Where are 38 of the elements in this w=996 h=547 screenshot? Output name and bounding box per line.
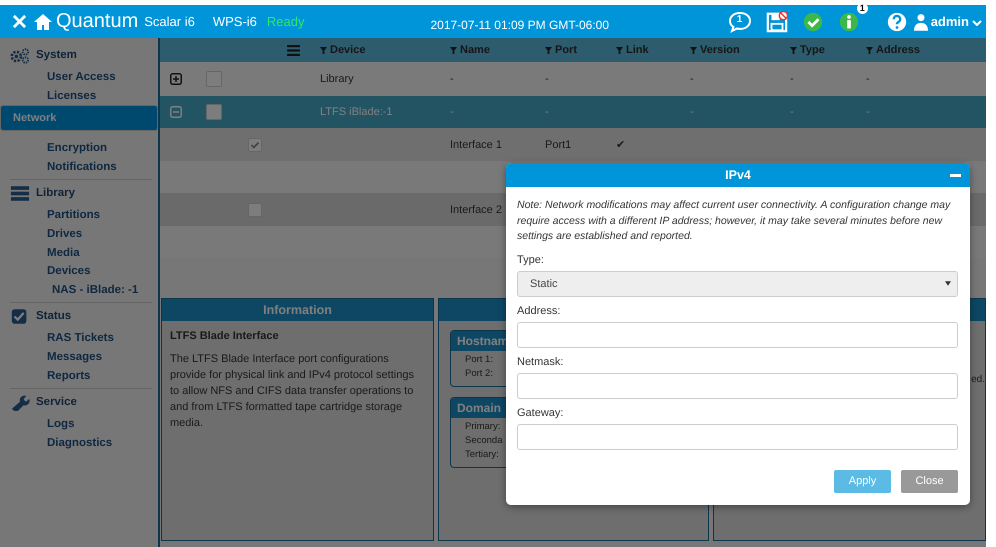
field-label: Type: xyxy=(517,254,545,266)
table-cell: Library xyxy=(320,73,354,85)
product-name: Scalar i6 xyxy=(144,14,195,29)
table-cell: - xyxy=(790,106,794,118)
table-cell: Interface 1 xyxy=(450,138,502,150)
panel-text: ed. xyxy=(971,374,985,385)
table-cell: LTFS iBlade:-1 xyxy=(320,106,393,118)
host-name: WPS-i6 xyxy=(212,14,257,29)
table-cell: ✔ xyxy=(616,139,625,151)
brand-name: Quantum xyxy=(56,10,138,33)
date-time: 2017-07-11 01:09 PM GMT-06:00 xyxy=(430,18,610,32)
panel-header: Information xyxy=(162,299,433,321)
table-cell: Port1 xyxy=(545,138,572,150)
table-cell: - xyxy=(450,73,454,85)
table-cell: - xyxy=(450,106,454,118)
field-label: Address: xyxy=(517,304,562,316)
field-label: Gateway: xyxy=(517,406,564,418)
table-cell: - xyxy=(790,73,794,85)
table-cell: Interface 2 xyxy=(450,204,502,216)
field-label: Seconda xyxy=(465,435,503,446)
field-label: Primary: xyxy=(465,421,500,432)
field-label: Port 2: xyxy=(465,368,493,379)
table-cell: - xyxy=(545,73,549,85)
dialog-title: IPv4 xyxy=(725,168,751,182)
table-cell: - xyxy=(866,73,870,85)
table-cell: - xyxy=(690,106,694,118)
table-cell: - xyxy=(690,73,694,85)
panel-heading: LTFS Blade Interface xyxy=(170,330,280,342)
dialog-note: Note: Network modifications may affect current user connectivity. A configuration change may require access with a different IP address; however, it may take several minutes before new settings are established and reported. xyxy=(517,198,952,244)
field-label: Netmask: xyxy=(517,356,564,368)
table-cell: - xyxy=(545,106,549,118)
field-label: Tertiary: xyxy=(465,449,499,460)
message-count: 1 xyxy=(736,14,742,24)
table-cell: - xyxy=(866,106,870,118)
notification-badge: 1 xyxy=(856,2,868,14)
status-text: Ready xyxy=(266,14,304,29)
panel-description: The LTFS Blade Interface port configurations provide for physical link and IPv4 protocol settings to allow NFS and CIFS data transfer operations to and from LTFS formatted tape cartridge storage media. xyxy=(170,352,415,431)
field-label: Port 1: xyxy=(465,354,493,365)
